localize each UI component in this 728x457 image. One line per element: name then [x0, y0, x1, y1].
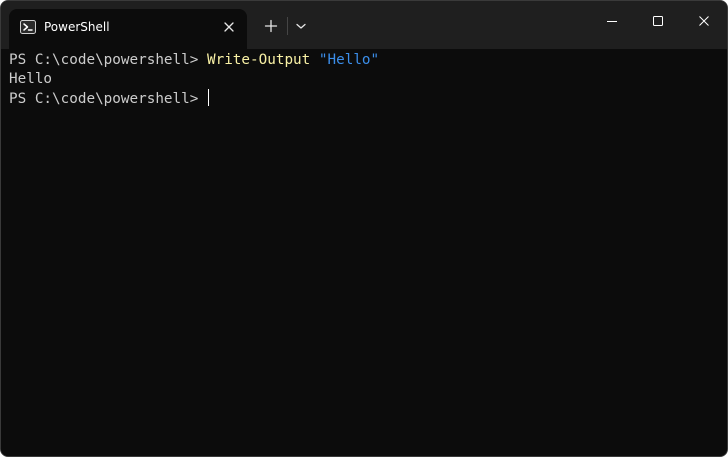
command-argument: "Hello" — [318, 52, 380, 68]
prompt: PS C:\code\powershell> — [9, 91, 207, 107]
console-line: Hello — [9, 70, 52, 89]
terminal-window: PowerShell PS C:\code\powershell> Write-… — [0, 0, 728, 457]
text-cursor — [207, 89, 209, 106]
prompt: PS C:\code\powershell> — [9, 52, 207, 68]
tab-powershell[interactable]: PowerShell — [9, 9, 247, 49]
minimize-button[interactable] — [589, 1, 635, 41]
new-tab-button[interactable] — [258, 13, 284, 39]
maximize-icon — [653, 16, 663, 26]
close-icon — [699, 16, 709, 26]
console-line: PS C:\code\powershell> — [9, 89, 209, 108]
title-bar: PowerShell — [1, 1, 727, 49]
command-output: Hello — [9, 71, 53, 87]
window-close-button[interactable] — [681, 1, 727, 41]
tab-separator — [287, 17, 288, 35]
chevron-down-icon — [296, 23, 306, 29]
minimize-icon — [607, 21, 617, 22]
console-output[interactable]: PS C:\code\powershell> Write-Output "Hel… — [1, 49, 727, 456]
tab-close-button[interactable] — [218, 16, 240, 38]
plus-icon — [264, 19, 278, 33]
console-line: PS C:\code\powershell> Write-Output "Hel… — [9, 51, 379, 70]
tab-title: PowerShell — [44, 20, 110, 34]
command: Write-Output — [206, 52, 311, 68]
tab-dropdown-button[interactable] — [290, 13, 312, 39]
close-icon — [224, 22, 234, 32]
maximize-button[interactable] — [635, 1, 681, 41]
powershell-icon — [20, 19, 36, 35]
